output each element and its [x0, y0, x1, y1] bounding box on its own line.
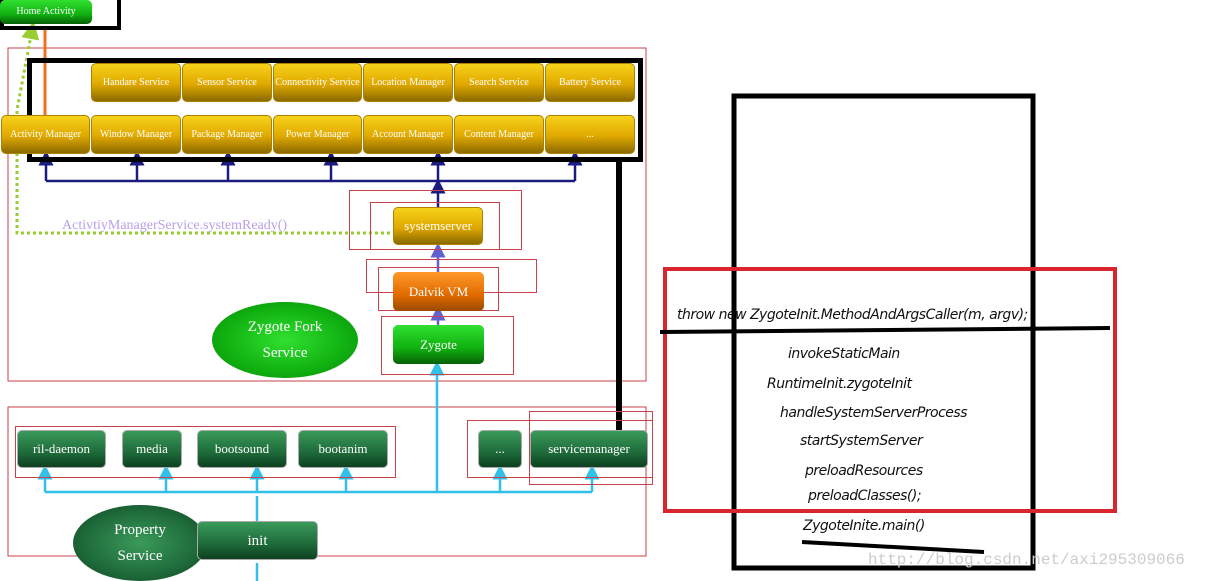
servicemanager-box: servicemanager	[530, 430, 648, 468]
bootsound-box: bootsound	[197, 430, 287, 468]
property-service-ellipse: Property Service	[73, 505, 207, 581]
content-manager-box: Content Manager	[454, 115, 544, 154]
property-service-label: Property Service	[114, 522, 166, 564]
sensor-service-box: Sensor Service	[182, 63, 272, 102]
call-line: throw new ZygoteInit.MethodAndArgsCaller…	[677, 307, 1028, 323]
call-line: startSystemServer	[800, 433, 923, 449]
activity-manager-box: Activity Manager	[1, 115, 90, 154]
account-manager-box: Account Manager	[363, 115, 453, 154]
media-box: media	[122, 430, 182, 468]
home-activity-box: Home Activity	[0, 0, 92, 24]
systemserver-box: systemserver	[393, 207, 483, 245]
call-line: preloadClasses();	[808, 488, 922, 504]
bootanim-box: bootanim	[298, 430, 388, 468]
connectivity-service-box: Connectivity Service	[273, 63, 362, 102]
more-daemons-box: ...	[478, 430, 522, 468]
call-line: RuntimeInit.zygoteInit	[767, 376, 912, 392]
window-manager-box: Window Manager	[91, 115, 181, 154]
call-line: invokeStaticMain	[788, 346, 900, 362]
ril-daemon-box: ril-daemon	[17, 430, 106, 468]
location-manager-box: Location Manager	[363, 63, 453, 102]
battery-service-box: Battery Service	[545, 63, 635, 102]
power-manager-box: Power Manager	[273, 115, 362, 154]
search-service-box: Search Service	[454, 63, 544, 102]
zygote-box: Zygote	[393, 325, 484, 364]
call-line: handleSystemServerProcess	[780, 405, 968, 421]
init-box: init	[197, 521, 318, 560]
handare-service-box: Handare Service	[91, 63, 181, 102]
dalvik-vm-box: Dalvik VM	[393, 272, 484, 311]
call-line: preloadResources	[805, 463, 923, 479]
call-line: ZygoteInite.main()	[803, 518, 925, 534]
package-manager-box: Package Manager	[182, 115, 272, 154]
zygote-fork-label: Zygote Fork Service	[247, 319, 323, 361]
system-ready-label: ActivtiyManagerService.systemReady()	[62, 218, 288, 233]
watermark: http://blog.csdn.net/axi295309066	[868, 551, 1185, 569]
zygote-fork-service-ellipse: Zygote Fork Service	[212, 302, 358, 378]
more-services-box: ...	[545, 115, 635, 154]
